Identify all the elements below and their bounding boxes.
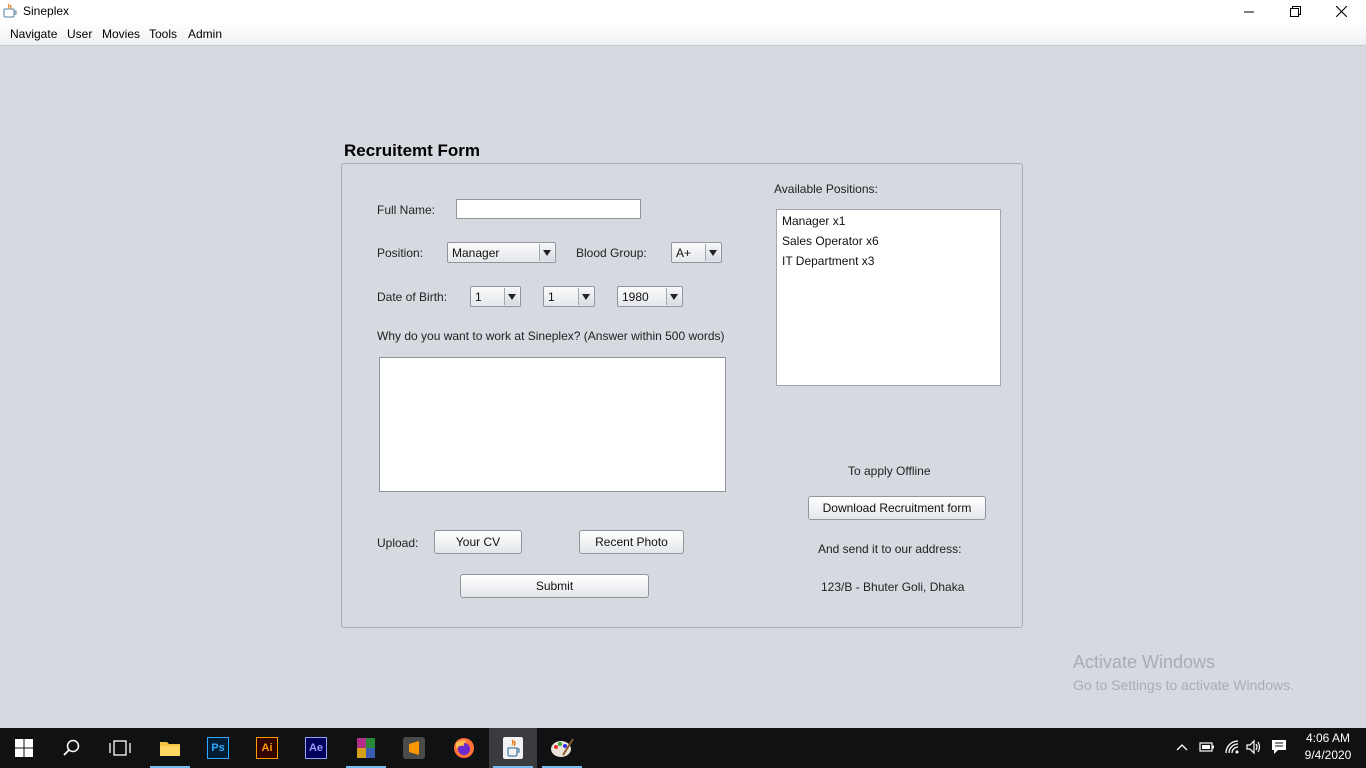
- wifi-icon: [1225, 740, 1239, 754]
- upload-cv-button[interactable]: Your CV: [434, 530, 522, 554]
- send-address-text: And send it to our address:: [818, 542, 962, 556]
- start-icon: [15, 739, 33, 757]
- list-item[interactable]: Sales Operator x6: [782, 234, 879, 248]
- window-title: Sineplex: [23, 4, 70, 18]
- file-explorer-icon: [160, 742, 180, 756]
- search-button[interactable]: [48, 728, 96, 768]
- menu-bar: Navigate User Movies Tools Admin: [0, 23, 1366, 46]
- blood-group-label: Blood Group:: [576, 246, 647, 260]
- positions-label: Available Positions:: [774, 182, 878, 196]
- notification-icon: [1272, 740, 1286, 754]
- restore-button[interactable]: [1272, 0, 1318, 23]
- start-button[interactable]: [0, 728, 48, 768]
- form-title: Recruitemt Form: [344, 141, 481, 160]
- full-name-input[interactable]: [456, 199, 641, 219]
- dropdown-arrow-icon: [578, 288, 593, 305]
- minimize-icon: [1244, 11, 1254, 12]
- upload-label: Upload:: [377, 536, 419, 550]
- task-view-icon: [109, 740, 131, 756]
- list-item[interactable]: IT Department x3: [782, 254, 874, 268]
- taskbar-winrar[interactable]: [342, 728, 390, 768]
- action-center-button[interactable]: [1271, 739, 1287, 755]
- position-select[interactable]: Manager: [447, 242, 556, 263]
- clock-date[interactable]: 9/4/2020: [1300, 748, 1356, 762]
- task-view-button[interactable]: [96, 728, 144, 768]
- show-hidden-icons-button[interactable]: [1175, 740, 1189, 754]
- speaker-icon: [1246, 739, 1261, 755]
- clock-time[interactable]: 4:06 AM: [1300, 731, 1356, 745]
- close-button[interactable]: [1318, 0, 1364, 23]
- download-form-button[interactable]: Download Recruitment form: [808, 496, 986, 520]
- full-name-label: Full Name:: [377, 203, 436, 217]
- dob-month-value: 1: [548, 290, 555, 304]
- submit-button[interactable]: Submit: [460, 574, 649, 598]
- after-effects-icon: Ae: [305, 737, 327, 759]
- java-app-icon: [3, 3, 17, 19]
- taskbar-paint[interactable]: [538, 728, 586, 768]
- menu-navigate[interactable]: Navigate: [10, 27, 57, 41]
- taskbar-after-effects[interactable]: Ae: [292, 728, 340, 768]
- title-bar: Sineplex: [0, 0, 1366, 23]
- offline-heading: To apply Offline: [848, 464, 931, 478]
- menu-movies[interactable]: Movies: [102, 27, 140, 41]
- position-value: Manager: [452, 246, 500, 260]
- menu-admin[interactable]: Admin: [188, 27, 222, 41]
- firefox-icon: [454, 738, 474, 758]
- dob-day-value: 1: [475, 290, 482, 304]
- paint-icon: [551, 738, 574, 757]
- blood-group-select[interactable]: A+: [671, 242, 722, 263]
- java-icon: [503, 737, 523, 759]
- network-button[interactable]: [1224, 739, 1240, 755]
- sublime-text-icon: [403, 737, 425, 759]
- battery-plug-icon: [1199, 742, 1214, 752]
- volume-button[interactable]: [1246, 739, 1262, 755]
- motivation-question: Why do you want to work at Sineplex? (An…: [377, 329, 725, 343]
- winrar-icon: [357, 738, 375, 758]
- power-status-button[interactable]: [1199, 740, 1215, 754]
- activation-watermark-subtitle: Go to Settings to activate Windows.: [1073, 677, 1294, 693]
- address-text: 123/B - Bhuter Goli, Dhaka: [821, 580, 965, 594]
- dob-year-value: 1980: [622, 290, 649, 304]
- chevron-up-icon: [1176, 744, 1188, 751]
- dropdown-arrow-icon: [705, 244, 720, 261]
- positions-list[interactable]: Manager x1 Sales Operator x6 IT Departme…: [776, 209, 1001, 386]
- taskbar-photoshop[interactable]: Ps: [194, 728, 242, 768]
- taskbar-sublime-text[interactable]: [390, 728, 438, 768]
- activation-watermark-title: Activate Windows: [1073, 652, 1216, 672]
- menu-tools[interactable]: Tools: [149, 27, 177, 41]
- menu-user[interactable]: User: [67, 27, 92, 41]
- search-icon: [63, 739, 80, 756]
- taskbar-java[interactable]: [489, 728, 537, 768]
- dropdown-arrow-icon: [539, 244, 554, 261]
- illustrator-icon: Ai: [256, 737, 278, 759]
- upload-photo-button[interactable]: Recent Photo: [579, 530, 684, 554]
- dob-year-select[interactable]: 1980: [617, 286, 683, 307]
- dropdown-arrow-icon: [504, 288, 519, 305]
- restore-icon: [1289, 6, 1301, 17]
- dob-day-select[interactable]: 1: [470, 286, 521, 307]
- dob-label: Date of Birth:: [377, 290, 448, 304]
- list-item[interactable]: Manager x1: [782, 214, 845, 228]
- taskbar-firefox[interactable]: [440, 728, 488, 768]
- dob-month-select[interactable]: 1: [543, 286, 595, 307]
- dropdown-arrow-icon: [666, 288, 681, 305]
- position-label: Position:: [377, 246, 424, 260]
- close-icon: [1335, 6, 1347, 17]
- taskbar-illustrator[interactable]: Ai: [243, 728, 291, 768]
- photoshop-icon: Ps: [207, 737, 229, 759]
- taskbar: Ps Ai Ae 4:06 AM 9/4/2020: [0, 728, 1366, 768]
- taskbar-file-explorer[interactable]: [146, 728, 194, 768]
- motivation-textarea[interactable]: [379, 357, 726, 492]
- blood-group-value: A+: [676, 246, 692, 260]
- minimize-button[interactable]: [1226, 0, 1272, 23]
